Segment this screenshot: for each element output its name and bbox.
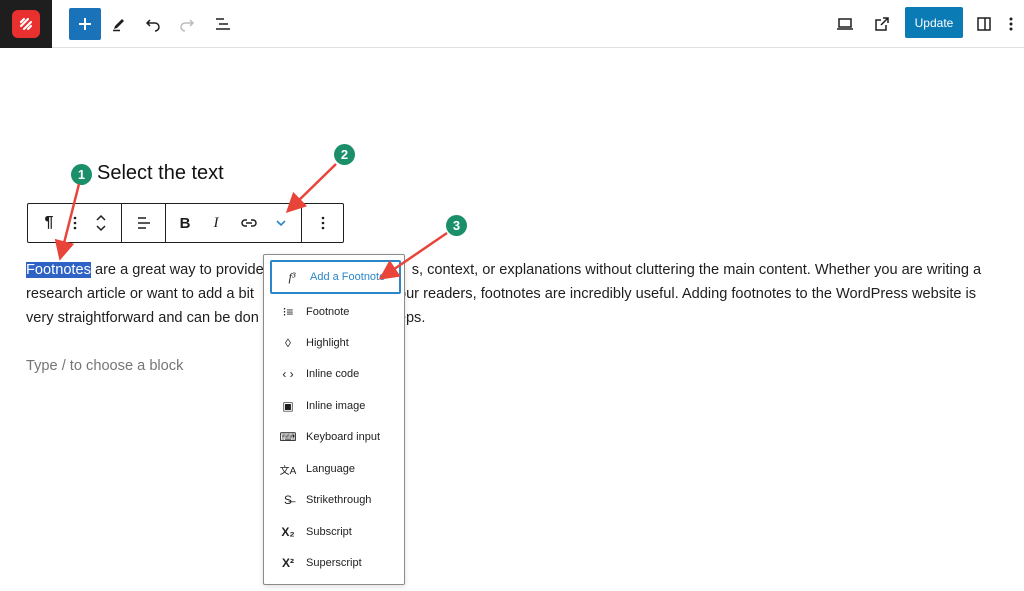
formatting-dropdown-menu: f³ Add a Footnote ⁝≡ Footnote ◊ Highligh… xyxy=(263,254,405,585)
tools-button[interactable] xyxy=(103,8,135,40)
paragraph-block-button[interactable]: ¶ xyxy=(32,204,66,242)
align-button[interactable] xyxy=(126,204,162,242)
keyboard-icon: ⌨ xyxy=(279,430,297,444)
toolbar-separator xyxy=(165,204,166,242)
undo-button[interactable] xyxy=(137,8,169,40)
more-options-icon xyxy=(321,216,325,230)
menu-item-highlight[interactable]: ◊ Highlight xyxy=(268,328,400,358)
annotation-step-3: 3 xyxy=(446,215,467,236)
list-view-icon xyxy=(216,18,230,30)
arrow-step-2 xyxy=(285,163,337,213)
italic-icon: I xyxy=(213,214,219,231)
block-placeholder[interactable]: Type / to choose a block xyxy=(26,358,183,374)
align-icon xyxy=(138,217,150,229)
more-vertical-icon xyxy=(1009,17,1013,31)
italic-button[interactable]: I xyxy=(202,204,230,242)
plus-icon xyxy=(79,18,91,30)
paragraph-block[interactable]: Footnotes are a great way to provide s, c… xyxy=(26,258,1001,330)
undo-icon xyxy=(145,19,160,32)
site-logo[interactable] xyxy=(0,0,52,48)
menu-item-add-footnote[interactable]: f³ Add a Footnote xyxy=(270,260,401,294)
options-menu-button[interactable] xyxy=(1002,8,1020,40)
editor-top-bar: Update xyxy=(0,0,1024,48)
image-icon: ▣ xyxy=(282,399,294,413)
link-icon xyxy=(241,219,257,227)
menu-item-inline-code[interactable]: ‹ › Inline code xyxy=(268,359,400,389)
view-post-button[interactable] xyxy=(866,8,898,40)
link-button[interactable] xyxy=(232,204,266,242)
sidebar-toggle-icon xyxy=(977,17,991,31)
redo-icon xyxy=(180,19,195,32)
annotation-label: Select the text xyxy=(97,162,224,184)
superscript-icon: X² xyxy=(282,556,294,570)
drag-handle-icon xyxy=(73,216,77,230)
toolbar-separator xyxy=(121,204,122,242)
strikethrough-icon: S̶ xyxy=(283,493,292,507)
paragraph-line-1: Footnotes are a great way to provide s, c… xyxy=(26,262,982,278)
menu-item-inline-image[interactable]: ▣ Inline image xyxy=(268,391,400,421)
menu-item-strikethrough[interactable]: S̶ Strikethrough xyxy=(268,485,400,515)
menu-item-footnote[interactable]: ⁝≡ Footnote xyxy=(268,297,400,327)
add-block-button[interactable] xyxy=(69,8,101,40)
settings-sidebar-button[interactable] xyxy=(968,8,1000,40)
footnote-add-icon: f³ xyxy=(288,269,296,284)
menu-item-language[interactable]: 文A Language xyxy=(268,454,400,484)
block-toolbar: ¶ B I xyxy=(27,203,344,243)
redo-button[interactable] xyxy=(171,8,203,40)
annotation-step-1: 1 xyxy=(71,164,92,185)
annotation-step-2: 2 xyxy=(334,144,355,165)
wordpress-logo-icon xyxy=(12,10,40,38)
menu-item-superscript[interactable]: X² Superscript xyxy=(268,548,400,578)
drag-handle[interactable] xyxy=(66,204,84,242)
block-options-button[interactable] xyxy=(306,204,340,242)
preview-button[interactable] xyxy=(829,8,861,40)
chevron-down-icon xyxy=(276,220,286,227)
menu-item-subscript[interactable]: X₂ Subscript xyxy=(268,517,400,547)
pencil-icon xyxy=(113,19,124,32)
bold-icon: B xyxy=(179,214,191,232)
footnote-icon: ⁝≡ xyxy=(282,305,294,319)
list-view-button[interactable] xyxy=(207,8,239,40)
paragraph-icon: ¶ xyxy=(44,214,54,231)
language-icon: 文A xyxy=(279,465,297,477)
code-icon: ‹ › xyxy=(282,367,294,381)
toolbar-separator xyxy=(301,204,302,242)
menu-item-keyboard-input[interactable]: ⌨ Keyboard input xyxy=(268,422,400,452)
paragraph-line-3: very straightforward and can be don eps. xyxy=(26,310,426,326)
external-link-icon xyxy=(875,17,889,31)
update-button[interactable]: Update xyxy=(905,7,963,38)
move-up-down-button[interactable] xyxy=(84,204,118,242)
highlight-icon: ◊ xyxy=(285,336,291,350)
bold-button[interactable]: B xyxy=(170,204,200,242)
paragraph-line-2: research article or want to add a bit our… xyxy=(26,286,977,302)
selected-text[interactable]: Footnotes xyxy=(26,262,91,278)
move-up-down-icon xyxy=(96,214,106,232)
desktop-preview-icon xyxy=(837,18,853,30)
subscript-icon: X₂ xyxy=(281,525,295,539)
more-formatting-button[interactable] xyxy=(268,204,294,242)
